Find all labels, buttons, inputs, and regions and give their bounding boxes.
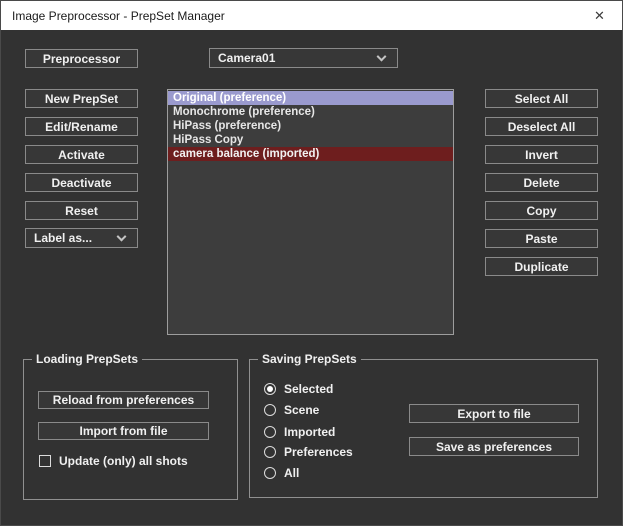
camera-select[interactable]: Camera01 [209,48,398,68]
radio-label: Selected [284,382,334,396]
list-item[interactable]: HiPass (preference) [168,119,453,133]
radio-preferences[interactable]: Preferences [264,445,353,459]
radio-label: All [284,466,300,480]
duplicate-button[interactable]: Duplicate [485,257,598,276]
reset-button[interactable]: Reset [25,201,138,220]
list-item[interactable]: Original (preference) [168,91,453,105]
prepset-list[interactable]: Original (preference) Monochrome (prefer… [167,89,454,335]
saving-prepsets-group: Saving PrepSets Selected Scene Imported … [249,352,598,498]
copy-button[interactable]: Copy [485,201,598,220]
checkbox-icon[interactable] [39,455,51,467]
radio-icon[interactable] [264,467,276,479]
loading-prepsets-group: Loading PrepSets Reload from preferences… [23,352,238,500]
label-as-value: Label as... [34,231,93,245]
delete-button[interactable]: Delete [485,173,598,192]
radio-all[interactable]: All [264,466,299,480]
radio-label: Preferences [284,445,353,459]
save-as-preferences-button[interactable]: Save as preferences [409,437,579,456]
edit-rename-button[interactable]: Edit/Rename [25,117,138,136]
dialog-client-area: Preprocessor Camera01 New PrepSet Edit/R… [1,30,622,525]
list-item[interactable]: camera balance (imported) [168,147,453,161]
update-only-all-shots-checkbox[interactable]: Update (only) all shots [39,454,188,468]
radio-selected[interactable]: Selected [264,382,333,396]
chevron-down-icon [116,231,127,242]
loading-prepsets-group-title: Loading PrepSets [32,352,143,366]
window-title: Image Preprocessor - PrepSet Manager [12,8,225,23]
chevron-down-icon [376,51,387,62]
radio-scene[interactable]: Scene [264,403,319,417]
radio-label: Scene [284,403,320,417]
saving-prepsets-group-title: Saving PrepSets [258,352,361,366]
deselect-all-button[interactable]: Deselect All [485,117,598,136]
radio-icon[interactable] [264,426,276,438]
radio-icon[interactable] [264,383,276,395]
preprocessor-button[interactable]: Preprocessor [25,49,138,68]
reload-from-preferences-button[interactable]: Reload from preferences [38,391,209,409]
list-item[interactable]: Monochrome (preference) [168,105,453,119]
export-to-file-button[interactable]: Export to file [409,404,579,423]
radio-imported[interactable]: Imported [264,425,335,439]
deactivate-button[interactable]: Deactivate [25,173,138,192]
new-prepset-button[interactable]: New PrepSet [25,89,138,108]
close-icon[interactable]: ✕ [577,1,622,30]
list-item[interactable]: HiPass Copy [168,133,453,147]
radio-icon[interactable] [264,404,276,416]
label-as-select[interactable]: Label as... [25,228,138,248]
radio-label: Imported [284,425,336,439]
camera-select-value: Camera01 [218,51,276,65]
titlebar[interactable]: Image Preprocessor - PrepSet Manager ✕ [1,1,622,30]
invert-button[interactable]: Invert [485,145,598,164]
paste-button[interactable]: Paste [485,229,598,248]
prepset-manager-window: Image Preprocessor - PrepSet Manager ✕ P… [0,0,623,526]
activate-button[interactable]: Activate [25,145,138,164]
import-from-file-button[interactable]: Import from file [38,422,209,440]
radio-icon[interactable] [264,446,276,458]
checkbox-label: Update (only) all shots [59,454,188,468]
select-all-button[interactable]: Select All [485,89,598,108]
